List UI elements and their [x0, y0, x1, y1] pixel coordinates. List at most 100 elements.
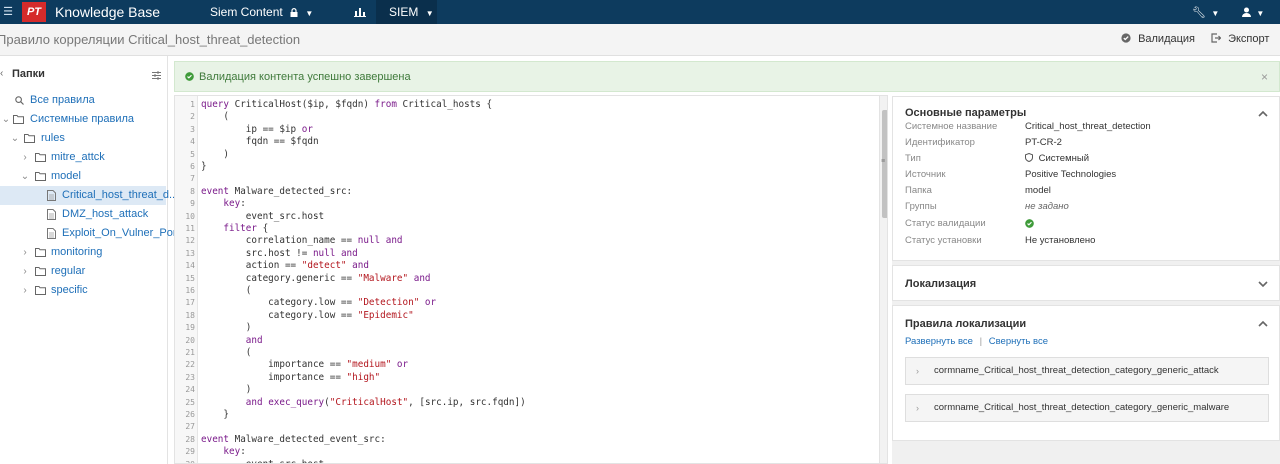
chevron-up-icon[interactable]: [1257, 318, 1269, 330]
loc-rules-links: Развернуть все | Свернуть все: [905, 336, 1048, 347]
code-line[interactable]: key:: [201, 446, 245, 457]
collapse-all-link[interactable]: Свернуть все: [989, 336, 1048, 347]
chevron-right-icon[interactable]: ›: [20, 148, 30, 167]
code-line[interactable]: ip == $ip or: [201, 124, 313, 135]
line-number: 21: [185, 348, 195, 357]
tree-item-exploit-on-vulner-port[interactable]: Exploit_On_Vulner_Port: [0, 224, 180, 243]
tree-item-label: Critical_host_threat_d...: [62, 189, 179, 201]
chevron-down-icon: ▼: [1211, 9, 1220, 18]
nav-siem[interactable]: SIEM ▼: [376, 0, 437, 24]
tree-item-system-rules[interactable]: ⌄ Системные правила: [0, 110, 167, 129]
tree-item-label: monitoring: [51, 246, 103, 258]
code-line[interactable]: event_src.host: [201, 459, 324, 463]
tree-item-rules[interactable]: ⌄ rules: [0, 129, 167, 148]
code-line[interactable]: (: [201, 111, 229, 122]
chevron-up-icon[interactable]: [1257, 108, 1269, 120]
success-alert: Валидация контента успешно завершена ×: [174, 61, 1280, 92]
sidebar-header: ‹ Папки: [0, 56, 167, 92]
code-line[interactable]: (: [201, 285, 252, 296]
code-line[interactable]: src.host != null and: [201, 248, 358, 259]
line-number: 1: [190, 100, 195, 109]
validate-button[interactable]: Валидация: [1121, 24, 1195, 55]
nav-siem-content[interactable]: Siem Content ▼: [210, 0, 313, 24]
user-menu[interactable]: ▼: [1242, 0, 1264, 24]
chevron-right-icon[interactable]: ›: [20, 281, 30, 300]
line-number: 10: [185, 211, 195, 221]
tree-item-monitoring[interactable]: › monitoring: [0, 243, 167, 262]
line-number: 20: [185, 335, 195, 345]
dashboard-chart-icon[interactable]: [354, 6, 366, 17]
code-line[interactable]: event Malware_detected_event_src:: [201, 434, 386, 445]
editor-scrollbar[interactable]: ≡: [879, 96, 887, 463]
expand-all-link[interactable]: Развернуть все: [905, 336, 973, 347]
prop-label: Тип: [905, 153, 921, 164]
line-number: 26: [185, 410, 195, 419]
sidebar-title: Папки: [12, 68, 45, 80]
tree-item-regular[interactable]: › regular: [0, 262, 167, 281]
code-line[interactable]: event Malware_detected_src:: [201, 186, 352, 197]
tree-item-mitre-attck[interactable]: › mitre_attck: [0, 148, 167, 167]
file-icon: [47, 228, 56, 239]
code-line[interactable]: filter {: [201, 223, 268, 234]
code-line[interactable]: event_src.host: [201, 211, 324, 222]
code-line[interactable]: ): [201, 322, 252, 333]
code-line[interactable]: }: [201, 161, 207, 172]
folder-icon: [35, 153, 46, 162]
tree-item-critical-host-threat[interactable]: Critical_host_threat_d...: [0, 186, 178, 205]
chevron-down-icon[interactable]: [1257, 278, 1269, 290]
line-number: 27: [185, 422, 195, 432]
line-number: 5: [190, 149, 195, 159]
close-icon[interactable]: ×: [1261, 62, 1268, 92]
code-line[interactable]: query CriticalHost($ip, $fqdn) from Crit…: [201, 99, 492, 110]
prop-label: Папка: [905, 185, 932, 196]
chevron-down-icon[interactable]: ⌄: [20, 167, 30, 186]
folder-icon: [35, 267, 46, 276]
code-line[interactable]: importance == "high": [201, 372, 380, 383]
check-circle-icon: [1025, 219, 1034, 228]
line-number: 7: [190, 174, 195, 184]
code-line[interactable]: category.low == "Detection" or: [201, 297, 436, 308]
loc-rule-item[interactable]: › cormname_Critical_host_threat_detectio…: [905, 394, 1269, 422]
line-number: 17: [185, 298, 195, 308]
code-line[interactable]: importance == "medium" or: [201, 359, 408, 370]
app-title[interactable]: Knowledge Base: [55, 0, 160, 24]
code-line[interactable]: ): [201, 384, 252, 395]
line-number: 12: [185, 236, 195, 246]
loc-rule-item[interactable]: › cormname_Critical_host_threat_detectio…: [905, 357, 1269, 385]
page-title-bar: Правило корреляции Critical_host_threat_…: [0, 24, 1280, 56]
localization-card[interactable]: Локализация: [892, 265, 1280, 301]
chevron-down-icon[interactable]: ⌄: [1, 110, 11, 129]
line-number: 4: [190, 137, 195, 147]
code-line[interactable]: (: [201, 347, 252, 358]
tree-item-label: regular: [51, 265, 86, 277]
line-number: 13: [185, 248, 195, 258]
code-line[interactable]: ): [201, 149, 229, 160]
filter-settings-icon[interactable]: [152, 71, 161, 80]
code-line[interactable]: category.generic == "Malware" and: [201, 273, 431, 284]
code-editor[interactable]: 1 2 3 4 5 6 7 8 9 10 11 12 13 14 15 16 1…: [174, 95, 888, 464]
tree-item-all-rules[interactable]: Все правила: [0, 91, 167, 110]
hamburger-icon[interactable]: ☰: [0, 0, 16, 24]
chevron-right-icon[interactable]: ›: [20, 262, 30, 281]
chevron-down-icon[interactable]: ⌄: [10, 129, 20, 148]
code-line[interactable]: and exec_query("CriticalHost", [src.ip, …: [201, 397, 526, 408]
code-line[interactable]: correlation_name == null and: [201, 235, 403, 246]
localization-title: Локализация: [905, 278, 977, 290]
export-button[interactable]: Экспорт: [1211, 24, 1269, 55]
chevron-right-icon[interactable]: ›: [20, 243, 30, 262]
line-number: 3: [190, 124, 195, 134]
code-line[interactable]: fqdn == $fqdn: [201, 136, 319, 147]
code-line[interactable]: action == "detect" and: [201, 260, 369, 271]
tools-menu[interactable]: 🔧︎ ▼: [1192, 0, 1219, 24]
collapse-sidebar-icon[interactable]: ‹: [0, 68, 3, 79]
tree-item-dmz-host-attack[interactable]: DMZ_host_attack: [0, 205, 167, 224]
nav-siem-label: SIEM: [389, 5, 419, 19]
tree-item-model[interactable]: ⌄ model: [0, 167, 167, 186]
folder-open-icon: [13, 115, 24, 124]
code-line[interactable]: }: [201, 409, 229, 420]
tree-item-specific[interactable]: › specific: [0, 281, 167, 300]
code-line[interactable]: key:: [201, 198, 245, 209]
code-line[interactable]: and: [201, 335, 263, 346]
loc-rules-card: Правила локализации Развернуть все | Све…: [892, 305, 1280, 441]
code-line[interactable]: category.low == "Epidemic": [201, 310, 414, 321]
